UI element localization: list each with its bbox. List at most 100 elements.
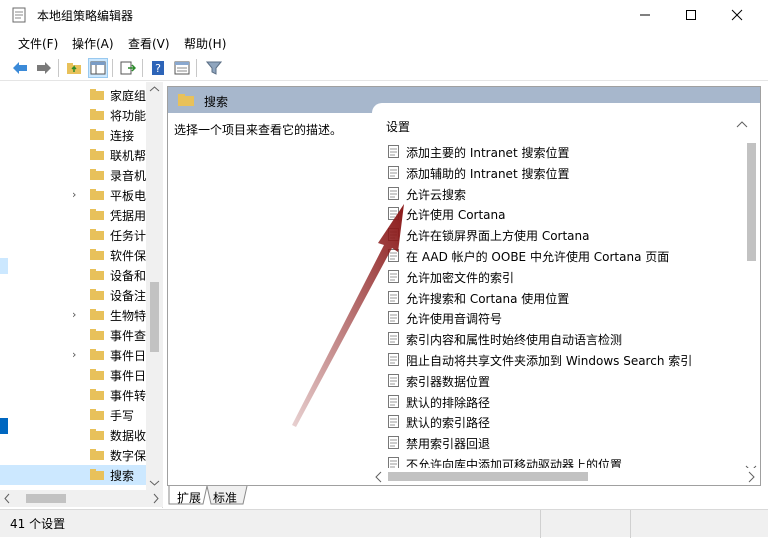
setting-row[interactable]: 在 AAD 帐户的 OOBE 中允许使用 Cortana 页面 [384, 245, 744, 266]
setting-row[interactable]: 默认的索引路径 [384, 411, 744, 432]
tree-scroll-thumb[interactable] [150, 282, 159, 352]
back-button[interactable] [10, 58, 30, 78]
tab-extended[interactable]: 扩展 [171, 487, 207, 507]
tree-item[interactable]: 手写 [0, 405, 146, 425]
settings-hscroll-thumb[interactable] [388, 472, 588, 481]
menu-action[interactable]: 操作(A) [72, 35, 114, 52]
menu-help[interactable]: 帮助(H) [184, 35, 226, 52]
close-button[interactable] [714, 0, 760, 30]
setting-row[interactable]: 允许加密文件的索引 [384, 266, 744, 287]
policy-setting-icon [388, 394, 399, 408]
tree-item[interactable]: 联机帮 [0, 145, 146, 165]
tree-item[interactable]: 搜索 [0, 465, 146, 485]
tree-item[interactable]: 软件保 [0, 245, 146, 265]
filter-icon [206, 61, 222, 75]
tree-item[interactable]: 设备和 [0, 265, 146, 285]
tree-item[interactable]: › 平板电 [0, 185, 146, 205]
setting-row[interactable]: 阻止自动将共享文件夹添加到 Windows Search 索引 [384, 349, 744, 370]
export-list-button[interactable] [118, 58, 138, 78]
console-tree-icon [90, 61, 106, 75]
tree-item[interactable]: › 事件日 [0, 345, 146, 365]
policy-setting-icon [388, 249, 399, 262]
setting-row[interactable]: 禁用索引器回退 [384, 432, 744, 453]
scroll-right-icon[interactable] [746, 471, 756, 483]
folder-icon [90, 449, 104, 460]
menu-file[interactable]: 文件(F) [18, 35, 58, 52]
export-icon [120, 61, 136, 75]
setting-name: 禁用索引器回退 [406, 437, 491, 452]
tree-item-label: 将功能 [110, 109, 146, 123]
settings-scroll-thumb[interactable] [747, 143, 756, 261]
properties-button[interactable] [172, 58, 192, 78]
settings-vertical-scrollbar[interactable] [743, 129, 760, 472]
tree-item[interactable]: 任务计 [0, 225, 146, 245]
tree-item[interactable]: 凭据用 [0, 205, 146, 225]
scroll-left-icon[interactable] [0, 490, 14, 507]
setting-row[interactable]: 允许在锁屏界面上方使用 Cortana [384, 224, 744, 245]
setting-row[interactable]: 默认的排除路径 [384, 391, 744, 412]
scroll-left-icon[interactable] [374, 471, 384, 483]
tree-item[interactable]: 设备注 [0, 285, 146, 305]
setting-name: 默认的排除路径 [406, 395, 491, 410]
setting-row[interactable]: 索引器数据位置 [384, 370, 744, 391]
expand-chevron-icon[interactable]: › [72, 308, 82, 322]
tree-item[interactable]: 事件转 [0, 385, 146, 405]
tree-item[interactable]: 事件日 [0, 365, 146, 385]
tree-item-label: 设备和 [110, 269, 146, 283]
scroll-up-icon[interactable] [146, 82, 163, 96]
settings-list[interactable]: 设置 添加主要的 Intranet 搜索位置添加辅助的 Intranet 搜索位… [372, 103, 760, 485]
tree-item-label: 家庭组 [110, 89, 146, 103]
tree-item[interactable]: 数据收 [0, 425, 146, 445]
tree-item[interactable]: 将功能 [0, 105, 146, 125]
tree-item[interactable]: 数字保 [0, 445, 146, 465]
tree-item[interactable]: 连接 [0, 125, 146, 145]
tree-item[interactable]: › 生物特 [0, 305, 146, 325]
maximize-button[interactable] [668, 0, 714, 30]
settings-horizontal-scrollbar[interactable] [372, 468, 760, 485]
show-hide-tree-button[interactable] [88, 58, 108, 78]
policy-document-icon [12, 7, 26, 23]
setting-row[interactable]: 允许搜索和 Cortana 使用位置 [384, 287, 744, 308]
setting-name: 允许搜索和 Cortana 使用位置 [406, 291, 570, 306]
forward-arrow-icon [37, 62, 51, 74]
setting-name: 允许加密文件的索引 [406, 270, 515, 285]
scroll-right-icon[interactable] [149, 490, 163, 507]
setting-row[interactable]: 索引内容和属性时始终使用自动语言检测 [384, 328, 744, 349]
setting-row[interactable]: 允许使用 Cortana [384, 203, 744, 224]
forward-button[interactable] [34, 58, 54, 78]
close-icon [731, 9, 743, 21]
setting-row[interactable]: 允许使用音调符号 [384, 307, 744, 328]
setting-row[interactable]: 允许云搜索 [384, 183, 744, 204]
console-tree[interactable]: 家庭组将功能连接 联机帮 录音机 › 平板电 凭据用 任务计 软件保设备和设备注 › 生物特 事件查… [0, 82, 163, 508]
properties-icon [174, 61, 190, 75]
setting-row[interactable]: 添加主要的 Intranet 搜索位置 [384, 141, 744, 162]
title-bar: 本地组策略编辑器 [0, 0, 768, 30]
setting-name: 添加辅助的 Intranet 搜索位置 [406, 166, 570, 181]
tree-item-label: 事件日 [110, 369, 146, 383]
up-level-button[interactable] [64, 58, 84, 78]
expand-chevron-icon[interactable]: › [72, 348, 82, 362]
tree-item[interactable]: 事件查 [0, 325, 146, 345]
details-pane: 搜索 选择一个项目来查看它的描述。 设置 添加主要的 Intranet 搜索位置… [167, 86, 761, 486]
folder-icon [178, 94, 194, 106]
help-button[interactable]: ? [148, 58, 168, 78]
tab-standard[interactable]: 标准 [207, 487, 243, 507]
setting-name: 允许在锁屏界面上方使用 Cortana [406, 229, 590, 244]
tree-item[interactable]: 录音机 [0, 165, 146, 185]
status-count: 41 个设置 [10, 517, 66, 531]
column-header-setting[interactable]: 设置 [386, 118, 410, 135]
tree-vertical-scrollbar[interactable] [146, 82, 163, 490]
folder-icon [90, 89, 104, 100]
expand-chevron-icon[interactable]: › [72, 188, 82, 202]
menu-view[interactable]: 查看(V) [128, 35, 170, 52]
tree-horizontal-scrollbar[interactable] [0, 490, 163, 507]
filter-button[interactable] [204, 58, 224, 78]
tree-hscroll-thumb[interactable] [26, 494, 66, 503]
scroll-down-icon[interactable] [146, 476, 163, 490]
folder-icon [90, 349, 104, 360]
setting-name: 默认的索引路径 [406, 416, 491, 431]
tree-item[interactable]: 家庭组 [0, 85, 146, 105]
sort-up-icon[interactable] [736, 121, 748, 129]
setting-row[interactable]: 添加辅助的 Intranet 搜索位置 [384, 162, 744, 183]
minimize-button[interactable] [622, 0, 668, 30]
